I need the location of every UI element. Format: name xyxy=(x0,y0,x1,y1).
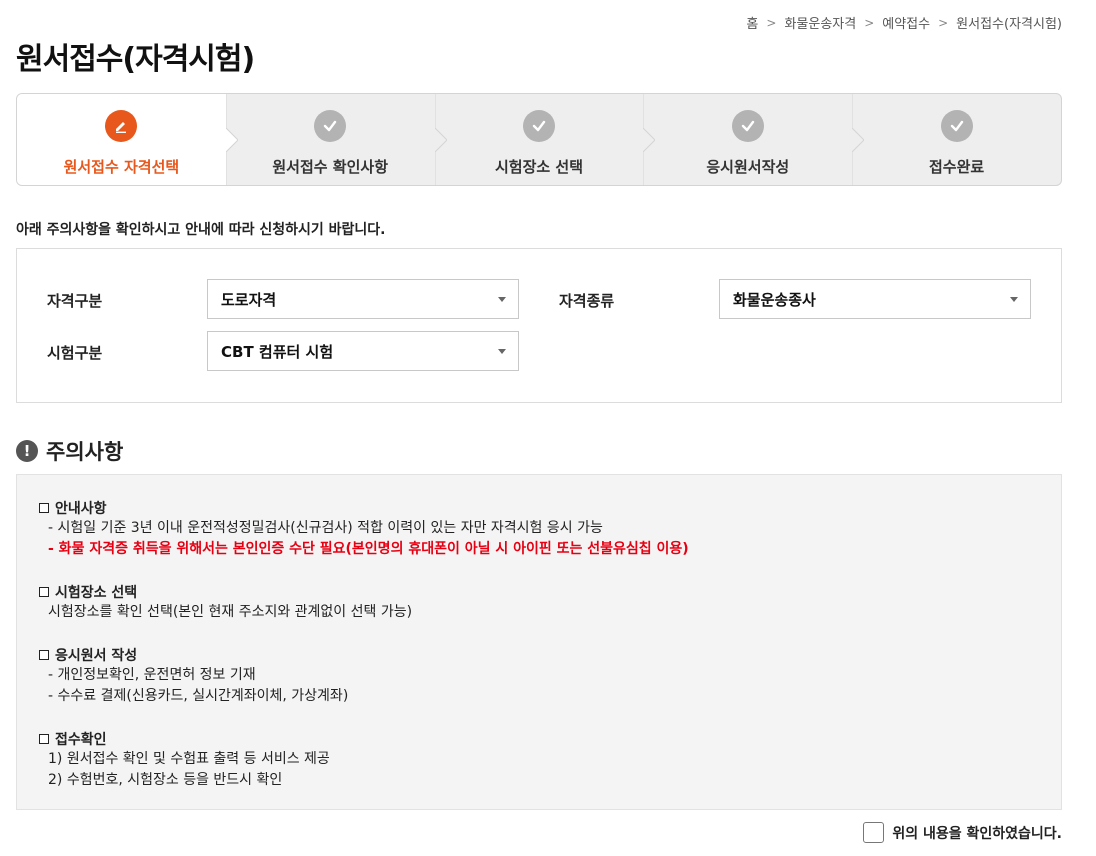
notice-line: - 수수료 결제(신용카드, 실시간계좌이체, 가상계좌) xyxy=(48,688,349,704)
notice-title: 주의사항 xyxy=(46,440,124,464)
notice-line: - 시험일 기준 3년 이내 운전적성정밀검사(신규검사) 적합 이력이 있는 … xyxy=(48,520,603,536)
step-label: 접수완료 xyxy=(928,158,985,176)
square-bullet-icon xyxy=(39,733,49,744)
page-title: 원서접수(자격시험) xyxy=(16,42,255,77)
breadcrumb: 홈 > 화물운송자격 > 예약접수 > 원서접수(자격시험) xyxy=(746,13,1062,33)
step-label: 원서접수 자격선택 xyxy=(63,158,180,176)
square-bullet-icon xyxy=(39,586,49,597)
check-icon xyxy=(940,110,973,142)
breadcrumb-freight-qualification[interactable]: 화물운송자격 xyxy=(784,13,856,32)
qualification-form: 자격구분 도로자격 자격종류 화물운송종사 시험구분 CBT 컴퓨터 시험 xyxy=(16,248,1062,403)
check-icon xyxy=(314,110,347,142)
square-bullet-icon xyxy=(39,502,49,513)
intro-text: 아래 주의사항을 확인하시고 안내에 따라 신청하시기 바랍니다. xyxy=(16,222,386,238)
notice-section-title: 안내사항 xyxy=(55,500,107,517)
notice-line: - 개인정보확인, 운전면허 정보 기재 xyxy=(48,667,256,683)
notice-line-warning: - 화물 자격증 취득을 위해서는 본인인증 수단 필요(본인명의 휴대폰이 아… xyxy=(48,541,689,557)
step-label: 원서접수 확인사항 xyxy=(272,158,388,176)
chevron-right-icon: > xyxy=(766,15,777,30)
qual-type-value: 도로자격 xyxy=(221,290,277,309)
step-label: 시험장소 선택 xyxy=(494,158,583,176)
notice-section: 접수확인 1) 원서접수 확인 및 수험표 출력 등 서비스 제공 2) 수험번… xyxy=(39,728,1039,791)
notice-header: ! 주의사항 xyxy=(16,436,123,466)
caret-down-icon xyxy=(1010,297,1018,302)
step-1[interactable]: 원서접수 자격선택 xyxy=(17,94,238,185)
notice-section-title: 응시원서 작성 xyxy=(55,647,138,664)
step-label: 응시원서작성 xyxy=(706,158,790,176)
confirm-label: 위의 내용을 확인하였습니다. xyxy=(892,825,1062,842)
exclamation-icon: ! xyxy=(16,440,38,462)
notice-section: 응시원서 작성 - 개인정보확인, 운전면허 정보 기재 - 수수료 결제(신용… xyxy=(39,644,1039,707)
qual-kind-value: 화물운송종사 xyxy=(733,290,816,309)
notice-line: 1) 원서접수 확인 및 수험표 출력 등 서비스 제공 xyxy=(48,751,330,767)
chevron-right-icon: > xyxy=(938,15,949,30)
step-divider xyxy=(643,94,656,185)
qual-kind-select[interactable]: 화물운송종사 xyxy=(719,279,1031,319)
notice-section-title: 접수확인 xyxy=(55,731,107,748)
confirm-checkbox[interactable] xyxy=(863,822,885,843)
qual-kind-label: 자격종류 xyxy=(559,292,615,310)
exam-type-select[interactable]: CBT 컴퓨터 시험 xyxy=(207,331,519,371)
notice-line: 2) 수험번호, 시험장소 등을 반드시 확인 xyxy=(48,772,283,788)
check-icon xyxy=(522,110,555,142)
qual-type-label: 자격구분 xyxy=(47,292,103,310)
pencil-icon xyxy=(105,110,138,142)
breadcrumb-current: 원서접수(자격시험) xyxy=(956,17,1062,32)
square-bullet-icon xyxy=(39,649,49,660)
notice-section: 시험장소 선택 시험장소를 확인 선택(본인 현재 주소지와 관계없이 선택 가… xyxy=(39,581,1039,623)
notice-section: 안내사항 - 시험일 기준 3년 이내 운전적성정밀검사(신규검사) 적합 이력… xyxy=(39,497,1039,560)
step-divider xyxy=(852,94,865,185)
notice-line: 시험장소를 확인 선택(본인 현재 주소지와 관계없이 선택 가능) xyxy=(48,604,413,620)
exam-type-label: 시험구분 xyxy=(47,344,103,362)
exam-type-value: CBT 컴퓨터 시험 xyxy=(221,342,334,361)
step-5[interactable]: 접수완료 xyxy=(852,94,1061,185)
notice-section-title: 시험장소 선택 xyxy=(55,584,138,601)
step-progress: 원서접수 자격선택 원서접수 확인사항 시험장소 선택 응시원서작성 접수완료 xyxy=(16,93,1062,186)
step-4[interactable]: 응시원서작성 xyxy=(643,94,865,185)
breadcrumb-home[interactable]: 홈 xyxy=(746,13,758,32)
notice-box: 안내사항 - 시험일 기준 3년 이내 운전적성정밀검사(신규검사) 적합 이력… xyxy=(16,474,1062,810)
check-icon xyxy=(731,110,764,142)
qual-type-select[interactable]: 도로자격 xyxy=(207,279,519,319)
step-3[interactable]: 시험장소 선택 xyxy=(435,94,656,185)
step-divider xyxy=(434,94,447,185)
chevron-right-icon: > xyxy=(864,15,875,30)
step-2[interactable]: 원서접수 확인사항 xyxy=(226,94,447,185)
step-divider xyxy=(225,94,238,185)
confirm-checkbox-row[interactable]: 위의 내용을 확인하였습니다. xyxy=(863,822,1062,843)
caret-down-icon xyxy=(498,297,506,302)
breadcrumb-reservation[interactable]: 예약접수 xyxy=(882,13,930,32)
caret-down-icon xyxy=(498,349,506,354)
